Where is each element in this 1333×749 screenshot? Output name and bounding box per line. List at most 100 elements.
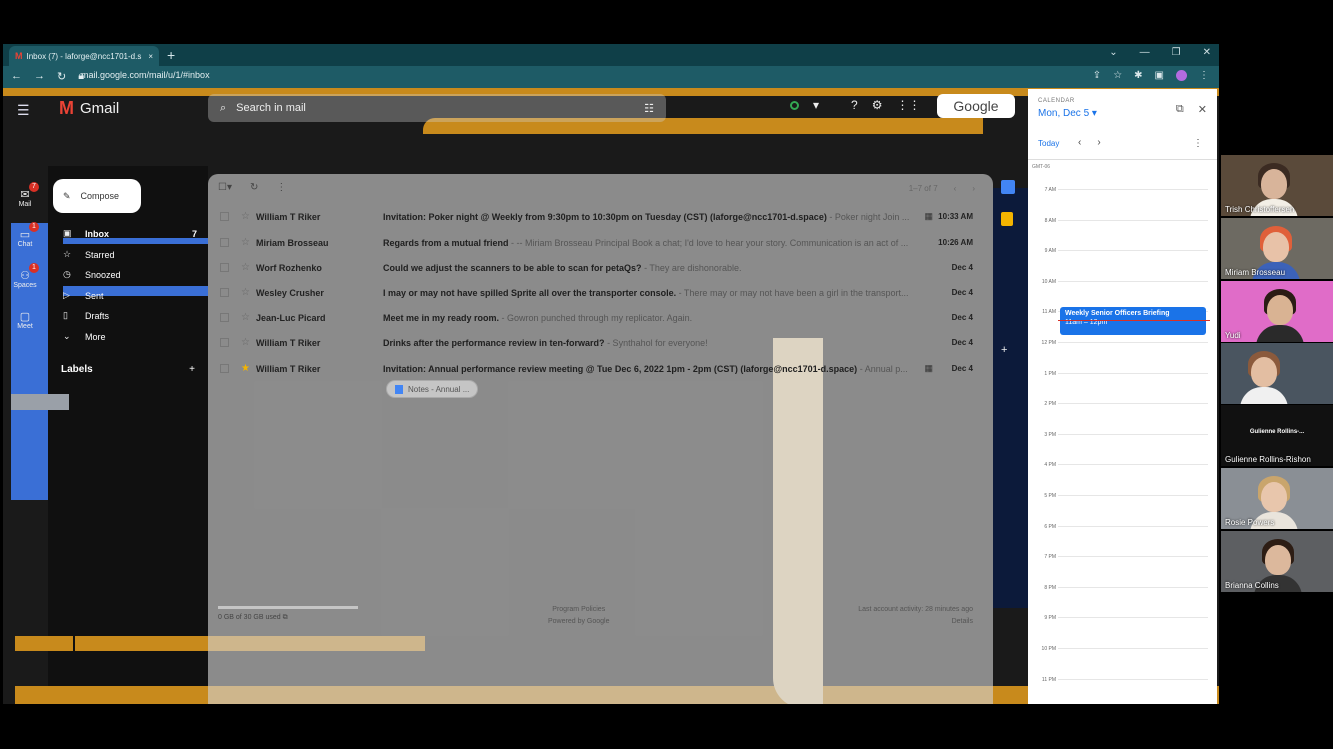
hour-slot[interactable]: 7 PM [1028, 548, 1217, 560]
apps-grid-icon[interactable]: ⋮⋮ [896, 98, 920, 112]
rail-spaces[interactable]: ⚇ Spaces 1 [9, 263, 41, 289]
email-row[interactable]: ☆ Worf Rozhenko Could we adjust the scanne… [208, 255, 993, 280]
row-checkbox[interactable] [220, 212, 229, 221]
prev-day-icon[interactable]: ‹ [1078, 137, 1081, 148]
hour-slot[interactable]: 10 PM [1028, 640, 1217, 652]
tab-close-icon[interactable]: × [148, 52, 153, 61]
star-icon[interactable]: ☆ [241, 337, 250, 348]
hour-slot[interactable]: 8 PM [1028, 579, 1217, 591]
star-icon[interactable]: ☆ [241, 287, 250, 298]
nav-starred[interactable]: ☆ Starred [63, 249, 115, 260]
more-actions-icon[interactable]: ⋮ [276, 182, 286, 193]
nav-more[interactable]: ⌄ More [63, 331, 106, 342]
participant-tile[interactable]: Rosie Powers [1221, 468, 1333, 529]
nav-sent[interactable]: ▷ Sent [63, 290, 104, 301]
help-icon[interactable]: ? [851, 98, 858, 112]
row-checkbox[interactable] [220, 263, 229, 272]
hour-slot[interactable]: 8 AM [1028, 212, 1217, 224]
hour-slot[interactable]: 1 PM [1028, 365, 1217, 377]
row-checkbox[interactable] [220, 288, 229, 297]
rail-meet[interactable]: ▢ Meet [9, 310, 41, 330]
search-input[interactable]: Search in mail [236, 102, 306, 114]
browser-tab[interactable]: M Inbox (7) - laforge@ncc1701-d.s × [9, 46, 159, 66]
nav-snoozed[interactable]: ◷ Snoozed [63, 269, 121, 280]
next-day-icon[interactable]: › [1097, 137, 1100, 148]
calendar-icon[interactable] [1001, 180, 1015, 194]
compose-button[interactable]: ✎ Compose [53, 179, 141, 213]
next-page-icon[interactable]: › [972, 184, 975, 193]
participant-tile[interactable] [1221, 343, 1333, 404]
row-checkbox[interactable] [220, 238, 229, 247]
nav-drafts[interactable]: ▯ Drafts [63, 310, 109, 321]
email-row[interactable]: ☆ Wesley Crusher I may or may not have spi… [208, 280, 993, 305]
hour-slot[interactable]: 10 AM [1028, 273, 1217, 285]
back-icon[interactable]: ← [11, 70, 22, 83]
sidepanel-icon[interactable]: ▣ [1155, 70, 1164, 81]
rail-chat[interactable]: ▭ Chat 1 [9, 222, 41, 248]
row-checkbox[interactable] [220, 338, 229, 347]
today-button[interactable]: Today [1038, 139, 1059, 148]
keep-icon[interactable] [1001, 212, 1013, 226]
email-row[interactable]: ☆ Jean-Luc Picard Meet me in my ready room… [208, 305, 993, 330]
status-indicator-icon[interactable] [790, 100, 799, 110]
select-all-checkbox[interactable]: ☐▾ [218, 182, 232, 193]
tab-search-icon[interactable]: ⌄ [1109, 47, 1117, 58]
url-field[interactable]: mail.google.com/mail/u/1/#inbox [81, 70, 210, 80]
attachment-chip[interactable]: Notes - Annual ... [386, 380, 479, 398]
calendar-menu-icon[interactable]: ⋮ [1193, 138, 1203, 149]
calendar-date-selector[interactable]: Mon, Dec 5 ▾ [1038, 108, 1097, 119]
participant-tile[interactable]: Miriam Brosseau [1221, 218, 1333, 279]
star-icon[interactable]: ☆ [241, 211, 250, 222]
email-row[interactable]: ★ William T Riker Invitation: Annual perfo… [208, 356, 993, 381]
open-storage-icon[interactable]: ⧉ [283, 614, 288, 621]
new-tab-button[interactable]: + [167, 47, 175, 63]
hour-slot[interactable]: 11 PM [1028, 671, 1217, 683]
refresh-icon[interactable]: ↻ [250, 182, 258, 193]
details-link[interactable]: Details [858, 616, 973, 628]
share-icon[interactable]: ⇪ [1093, 70, 1101, 81]
prev-page-icon[interactable]: ‹ [954, 184, 957, 193]
star-icon[interactable]: ☆ [241, 262, 250, 273]
main-menu-icon[interactable]: ☰ [17, 102, 30, 119]
search-bar[interactable]: ⌕ Search in mail ☷ [208, 94, 666, 122]
row-checkbox[interactable] [220, 313, 229, 322]
participant-tile[interactable]: Trish Christoffersen [1221, 155, 1333, 216]
gmail-logo[interactable]: M Gmail [59, 98, 119, 119]
bookmark-star-icon[interactable]: ☆ [1113, 70, 1122, 81]
restore-icon[interactable]: ❐ [1172, 47, 1181, 58]
google-account-badge[interactable]: Google [937, 94, 1015, 118]
rail-mail[interactable]: ✉ Mail 7 [9, 182, 41, 208]
profile-avatar-icon[interactable] [1176, 70, 1187, 81]
row-checkbox[interactable] [220, 364, 229, 373]
hour-slot[interactable]: 4 PM [1028, 456, 1217, 468]
star-icon[interactable]: ★ [241, 363, 250, 374]
participant-tile[interactable]: Yudi [1221, 281, 1333, 342]
calendar-invite-icon[interactable]: ▦ [924, 363, 933, 374]
minimize-icon[interactable]: — [1140, 47, 1150, 58]
add-addon-icon[interactable]: + [1001, 344, 1015, 356]
hour-slot[interactable]: 2 PM [1028, 395, 1217, 407]
settings-gear-icon[interactable]: ⚙ [872, 98, 883, 112]
participant-tile[interactable]: Brianna Collins [1221, 531, 1333, 592]
star-icon[interactable]: ☆ [241, 312, 250, 323]
star-icon[interactable]: ☆ [241, 237, 250, 248]
close-panel-icon[interactable]: ✕ [1198, 103, 1207, 116]
reload-icon[interactable]: ↻ [57, 70, 66, 83]
hour-slot[interactable]: 7 AM [1028, 181, 1217, 193]
status-dropdown-icon[interactable]: ▾ [813, 98, 819, 112]
calendar-invite-icon[interactable]: ▦ [924, 211, 933, 222]
add-label-button[interactable]: + [189, 364, 195, 375]
hour-slot[interactable]: 11 AM [1028, 303, 1217, 315]
hour-slot[interactable]: 9 PM [1028, 609, 1217, 621]
calendar-event[interactable]: Weekly Senior Officers Briefing 11am – 1… [1060, 307, 1206, 335]
hour-slot[interactable]: 9 AM [1028, 242, 1217, 254]
search-options-icon[interactable]: ☷ [644, 102, 654, 115]
hour-slot[interactable]: 6 PM [1028, 518, 1217, 530]
email-row[interactable]: ☆ William T Riker Drinks after the perform… [208, 330, 993, 355]
email-row[interactable]: ☆ William T Riker Invitation: Poker night … [208, 204, 993, 229]
browser-menu-icon[interactable]: ⋮ [1199, 70, 1209, 81]
extensions-icon[interactable]: ✱ [1134, 70, 1142, 81]
program-policies-link[interactable]: Program Policies [548, 604, 609, 616]
hour-slot[interactable]: 5 PM [1028, 487, 1217, 499]
email-row[interactable]: ☆ Miriam Brosseau Regards from a mutual fr… [208, 230, 993, 255]
